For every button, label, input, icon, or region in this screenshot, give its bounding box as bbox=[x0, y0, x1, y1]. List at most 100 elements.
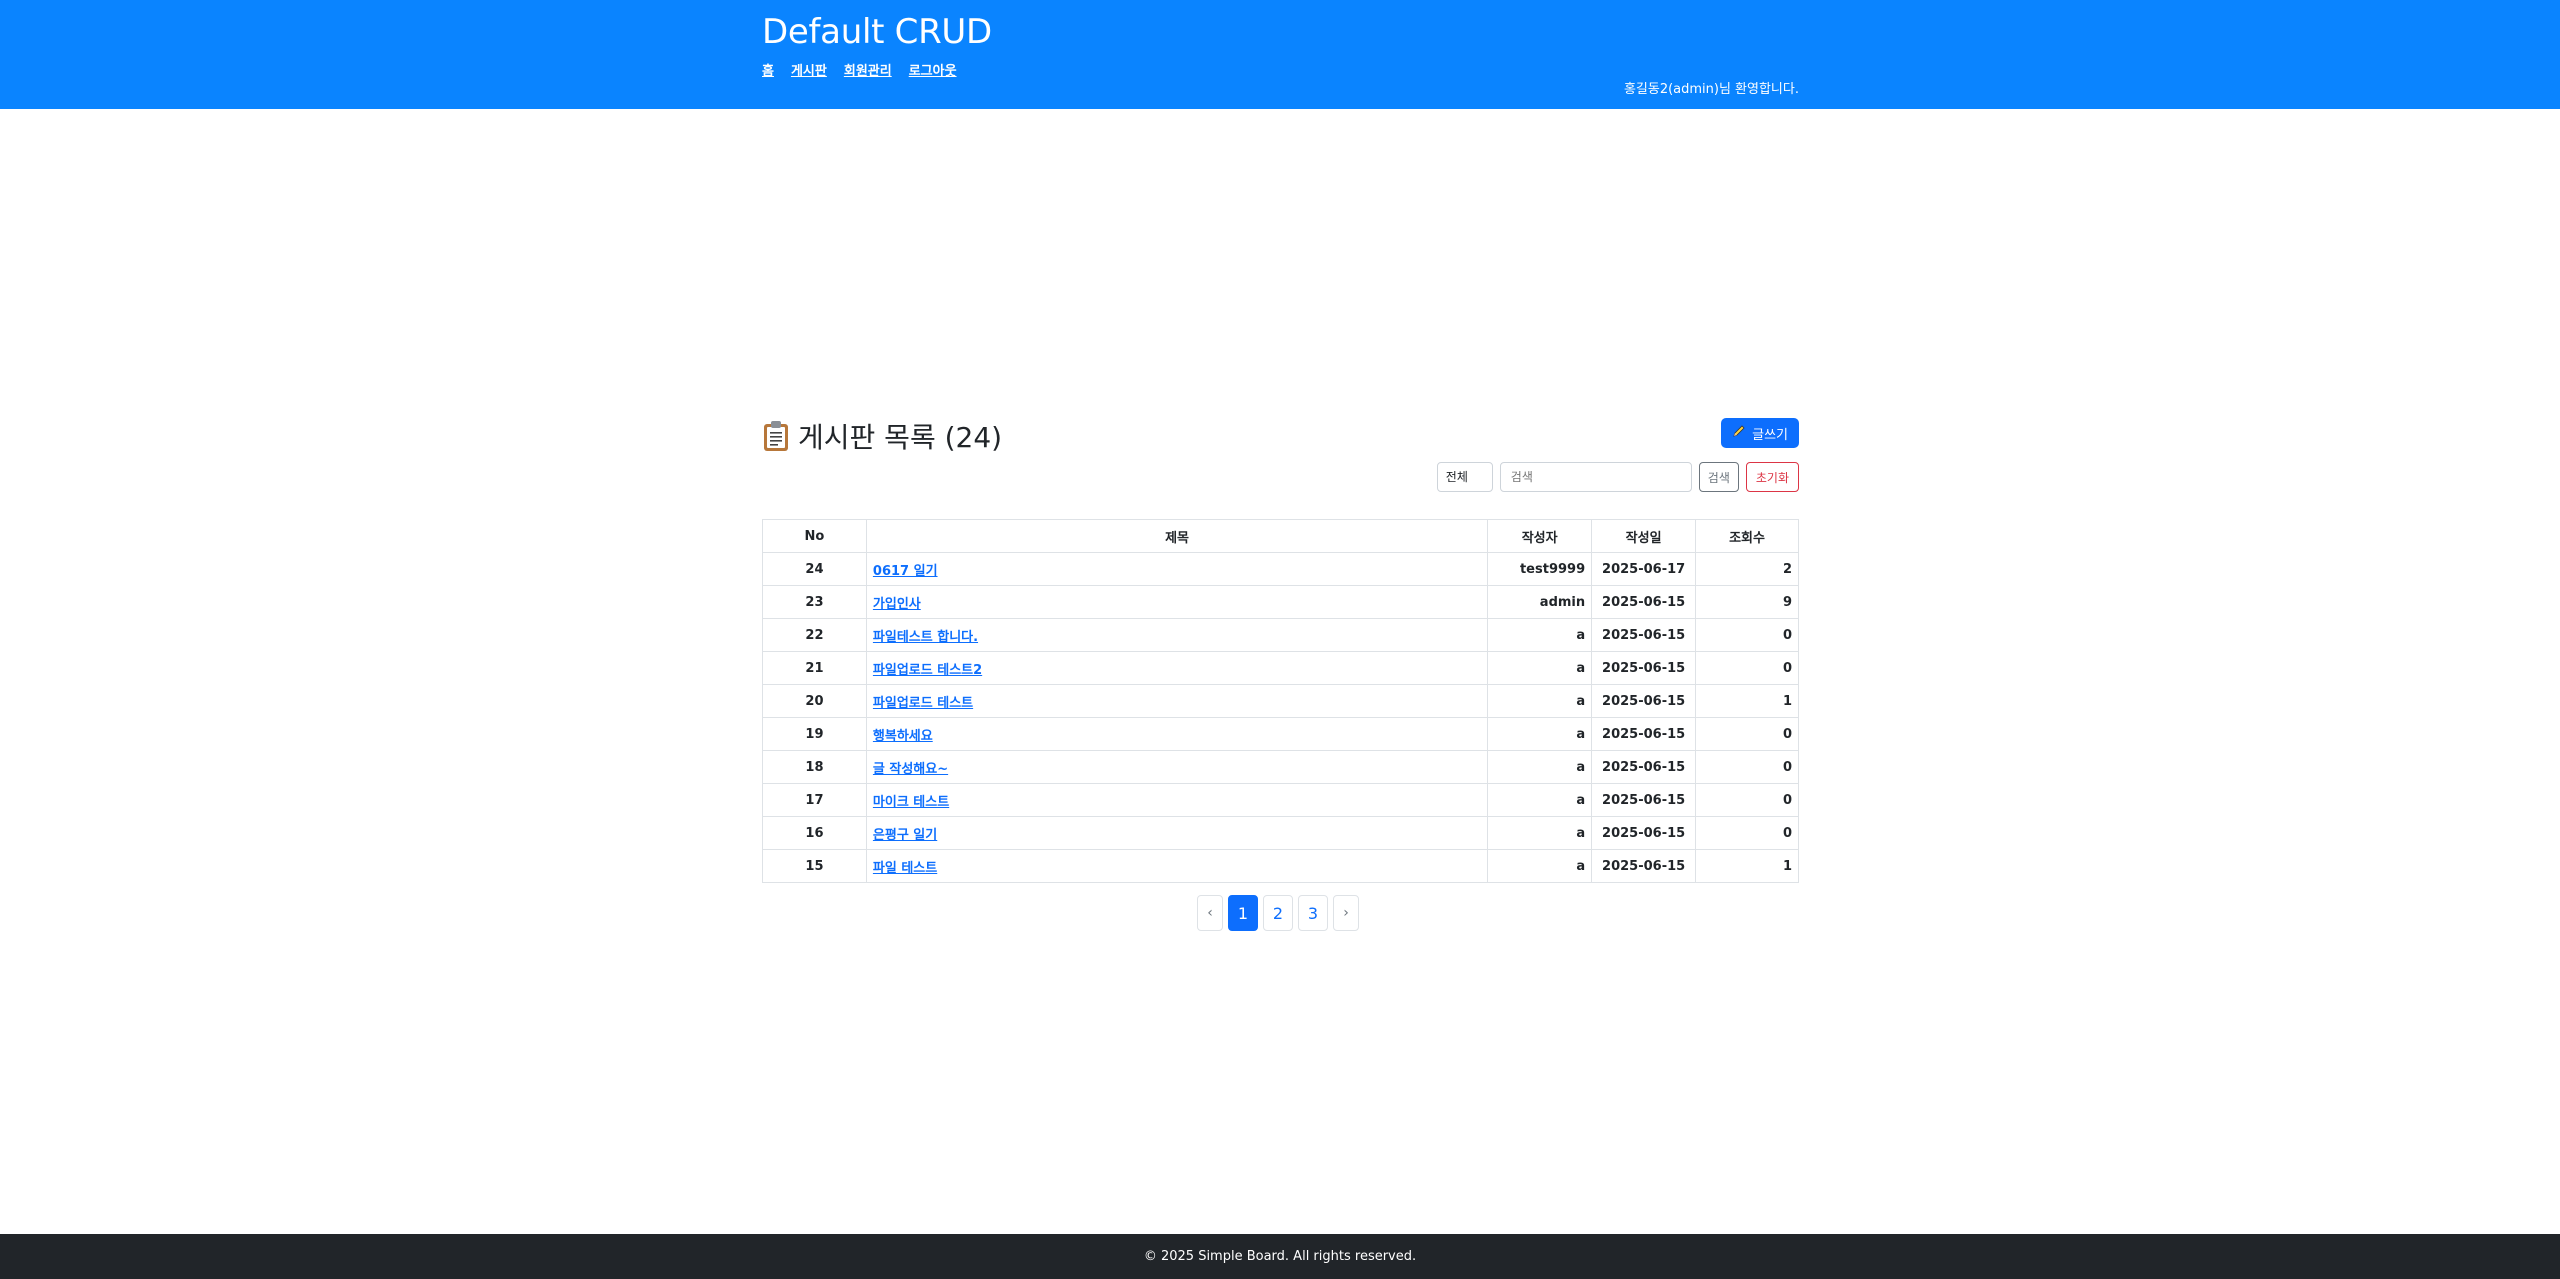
post-title-link[interactable]: 파일업로드 테스트 bbox=[873, 696, 973, 711]
pagination-page-2[interactable]: 2 bbox=[1263, 895, 1293, 931]
table-header-row: No 제목 작성자 작성일 조회수 bbox=[762, 519, 1799, 553]
nav-logout-link[interactable]: 로그아웃 bbox=[909, 60, 957, 79]
welcome-message: 홍길동2(admin)님 환영합니다. bbox=[1623, 82, 1799, 97]
site-title[interactable]: Default CRUD bbox=[762, 12, 992, 52]
board-title-text: 게시판 목록 (24) bbox=[798, 421, 1003, 454]
post-author: a bbox=[1487, 750, 1593, 784]
post-date: 2025-06-17 bbox=[1591, 552, 1697, 586]
post-number: 17 bbox=[762, 783, 867, 817]
post-title-cell: 파일테스트 합니다. bbox=[865, 618, 1489, 652]
post-views: 9 bbox=[1695, 585, 1799, 619]
post-views: 0 bbox=[1695, 717, 1799, 751]
table-row: 17 마이크 테스트 a 2025-06-15 0 bbox=[762, 783, 1799, 817]
table-body: 24 0617 일기 test9999 2025-06-17 2 23 가입인사… bbox=[762, 552, 1799, 883]
post-views: 2 bbox=[1695, 552, 1799, 586]
column-header-date: 작성일 bbox=[1591, 519, 1697, 553]
post-date: 2025-06-15 bbox=[1591, 750, 1697, 784]
post-title-link[interactable]: 마이크 테스트 bbox=[873, 795, 949, 810]
table-row: 21 파일업로드 테스트2 a 2025-06-15 0 bbox=[762, 651, 1799, 685]
table-row: 23 가입인사 admin 2025-06-15 9 bbox=[762, 585, 1799, 619]
post-views: 1 bbox=[1695, 684, 1799, 718]
post-views: 0 bbox=[1695, 816, 1799, 850]
post-date: 2025-06-15 bbox=[1591, 651, 1697, 685]
table-row: 20 파일업로드 테스트 a 2025-06-15 1 bbox=[762, 684, 1799, 718]
footer-copyright: © 2025 Simple Board. All rights reserved… bbox=[1143, 1249, 1417, 1264]
write-button[interactable]: 글쓰기 bbox=[1721, 418, 1799, 448]
table-row: 19 행복하세요 a 2025-06-15 0 bbox=[762, 717, 1799, 751]
board-title: 게시판 목록 (24) bbox=[762, 416, 1002, 456]
post-title-link[interactable]: 행복하세요 bbox=[873, 729, 933, 744]
board-table: No 제목 작성자 작성일 조회수 24 0617 일기 test9999 20… bbox=[762, 519, 1799, 883]
post-date: 2025-06-15 bbox=[1591, 585, 1697, 619]
post-title-link[interactable]: 가입인사 bbox=[873, 597, 921, 612]
search-bar: 전체 검색 초기화 bbox=[1436, 462, 1799, 492]
post-date: 2025-06-15 bbox=[1591, 618, 1697, 652]
post-title-link[interactable]: 파일 테스트 bbox=[873, 861, 937, 876]
post-number: 16 bbox=[762, 816, 867, 850]
table-row: 18 글 작성해요~ a 2025-06-15 0 bbox=[762, 750, 1799, 784]
clipboard-icon bbox=[762, 420, 790, 452]
search-filter-select[interactable]: 전체 bbox=[1436, 462, 1493, 492]
top-nav: 홈 게시판 회원관리 로그아웃 bbox=[762, 60, 957, 79]
header-container: Default CRUD 홈 게시판 회원관리 로그아웃 홍길동2(admin)… bbox=[762, 0, 1799, 109]
post-number: 22 bbox=[762, 618, 867, 652]
post-author: a bbox=[1487, 783, 1593, 817]
search-button[interactable]: 검색 bbox=[1698, 462, 1739, 492]
table-row: 22 파일테스트 합니다. a 2025-06-15 0 bbox=[762, 618, 1799, 652]
post-title-cell: 마이크 테스트 bbox=[865, 783, 1489, 817]
post-number: 15 bbox=[762, 849, 867, 883]
board-heading-row: 게시판 목록 (24) 글쓰기 bbox=[762, 412, 1799, 454]
post-author: a bbox=[1487, 849, 1593, 883]
post-title-cell: 은평구 일기 bbox=[865, 816, 1489, 850]
table-row: 16 은평구 일기 a 2025-06-15 0 bbox=[762, 816, 1799, 850]
column-header-title: 제목 bbox=[865, 519, 1489, 553]
reset-button[interactable]: 초기화 bbox=[1745, 462, 1799, 492]
post-title-cell: 0617 일기 bbox=[865, 552, 1489, 586]
pagination: ‹ 1 2 3 › bbox=[1197, 895, 1359, 931]
post-views: 0 bbox=[1695, 783, 1799, 817]
post-title-cell: 파일업로드 테스트 bbox=[865, 684, 1489, 718]
table-row: 15 파일 테스트 a 2025-06-15 1 bbox=[762, 849, 1799, 883]
post-date: 2025-06-15 bbox=[1591, 717, 1697, 751]
post-title-link[interactable]: 파일업로드 테스트2 bbox=[873, 663, 982, 678]
search-input[interactable] bbox=[1499, 462, 1692, 492]
post-author: test9999 bbox=[1487, 552, 1593, 586]
nav-board-link[interactable]: 게시판 bbox=[791, 60, 827, 79]
write-button-label: 글쓰기 bbox=[1752, 427, 1788, 443]
post-author: a bbox=[1487, 651, 1593, 685]
pagination-page-1[interactable]: 1 bbox=[1228, 895, 1258, 931]
post-number: 21 bbox=[762, 651, 867, 685]
page-footer: © 2025 Simple Board. All rights reserved… bbox=[0, 1234, 2560, 1279]
post-author: a bbox=[1487, 684, 1593, 718]
post-number: 18 bbox=[762, 750, 867, 784]
post-number: 19 bbox=[762, 717, 867, 751]
column-header-views: 조회수 bbox=[1695, 519, 1799, 553]
post-title-cell: 글 작성해요~ bbox=[865, 750, 1489, 784]
post-title-link[interactable]: 은평구 일기 bbox=[873, 828, 937, 843]
post-date: 2025-06-15 bbox=[1591, 816, 1697, 850]
table-row: 24 0617 일기 test9999 2025-06-17 2 bbox=[762, 552, 1799, 586]
post-title-cell: 파일 테스트 bbox=[865, 849, 1489, 883]
column-header-author: 작성자 bbox=[1487, 519, 1593, 553]
post-views: 0 bbox=[1695, 618, 1799, 652]
post-title-cell: 파일업로드 테스트2 bbox=[865, 651, 1489, 685]
pagination-next-button[interactable]: › bbox=[1333, 895, 1359, 931]
pencil-icon bbox=[1732, 424, 1746, 442]
post-title-link[interactable]: 파일테스트 합니다. bbox=[873, 630, 978, 645]
post-author: admin bbox=[1487, 585, 1593, 619]
nav-members-link[interactable]: 회원관리 bbox=[844, 60, 892, 79]
top-header: Default CRUD 홈 게시판 회원관리 로그아웃 홍길동2(admin)… bbox=[0, 0, 2560, 109]
pagination-page-3[interactable]: 3 bbox=[1298, 895, 1328, 931]
post-title-link[interactable]: 0617 일기 bbox=[873, 564, 938, 579]
post-date: 2025-06-15 bbox=[1591, 783, 1697, 817]
pagination-prev-button[interactable]: ‹ bbox=[1197, 895, 1223, 931]
post-views: 0 bbox=[1695, 651, 1799, 685]
table-header: No 제목 작성자 작성일 조회수 bbox=[762, 519, 1799, 553]
post-author: a bbox=[1487, 618, 1593, 652]
nav-home-link[interactable]: 홈 bbox=[762, 60, 774, 79]
post-date: 2025-06-15 bbox=[1591, 684, 1697, 718]
post-number: 24 bbox=[762, 552, 867, 586]
post-author: a bbox=[1487, 816, 1593, 850]
post-title-link[interactable]: 글 작성해요~ bbox=[873, 762, 948, 777]
post-number: 23 bbox=[762, 585, 867, 619]
